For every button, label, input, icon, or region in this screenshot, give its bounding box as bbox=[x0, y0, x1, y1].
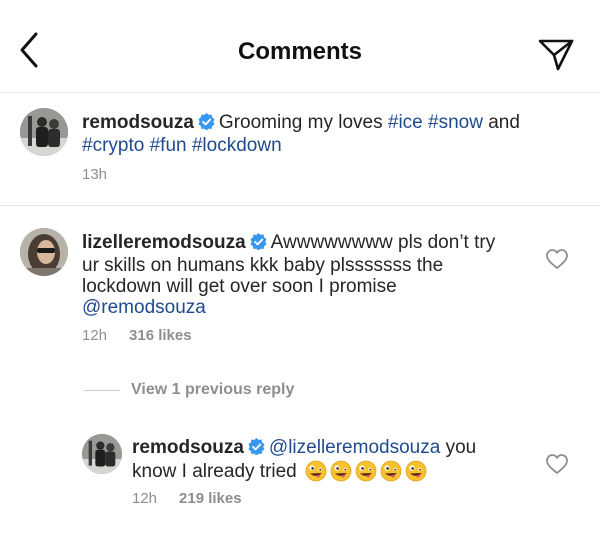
reply-meta: 12h 219 likes bbox=[132, 490, 264, 507]
hashtag-ice[interactable]: #ice bbox=[388, 112, 423, 133]
heart-icon[interactable] bbox=[545, 453, 569, 475]
divider bbox=[0, 205, 600, 206]
divider bbox=[84, 390, 120, 391]
reply-time: 12h bbox=[132, 490, 158, 507]
avatar[interactable] bbox=[20, 108, 68, 156]
reply-line-1: you bbox=[445, 437, 477, 458]
caption-username[interactable]: remodsouza bbox=[82, 112, 194, 133]
comment-line-2: ur skills on humans kkk baby plsssssss t… bbox=[82, 255, 444, 276]
reply-likes[interactable]: 219 likes bbox=[179, 490, 242, 507]
comment-text: lizelleremodsouza Awwwwwwww pls don’t try… bbox=[82, 232, 542, 318]
zany-face-emoji bbox=[305, 460, 327, 482]
reply-username[interactable]: remodsouza bbox=[132, 437, 244, 458]
zany-face-emoji bbox=[330, 460, 352, 482]
page-title: Comments bbox=[237, 38, 363, 65]
verified-icon bbox=[250, 233, 267, 255]
view-previous-replies-button[interactable]: View 1 previous reply bbox=[131, 381, 294, 399]
comment-mention[interactable]: @remodsouza bbox=[82, 297, 206, 318]
caption-connector: and bbox=[488, 112, 520, 133]
heart-icon[interactable] bbox=[545, 248, 569, 270]
reply-text: remodsouza @lizelleremodsouza you know I … bbox=[132, 437, 542, 482]
emoji-row bbox=[302, 460, 427, 482]
caption-text: remodsouza Grooming my loves #ice #snow a… bbox=[82, 112, 582, 156]
verified-icon bbox=[248, 438, 265, 460]
caption-meta: 13h bbox=[82, 166, 129, 183]
comment-likes[interactable]: 316 likes bbox=[129, 327, 192, 344]
send-icon[interactable] bbox=[536, 33, 576, 73]
comment-time: 12h bbox=[82, 327, 108, 344]
caption-time: 13h bbox=[82, 166, 108, 183]
comment-meta: 12h 316 likes bbox=[82, 327, 214, 344]
hashtag-snow[interactable]: #snow bbox=[428, 112, 483, 133]
hashtag-crypto[interactable]: #crypto bbox=[82, 135, 144, 156]
zany-face-emoji bbox=[380, 460, 402, 482]
reply-line-2: know I already tried bbox=[132, 461, 297, 482]
comment-line-3: lockdown will get over soon I promise bbox=[82, 276, 397, 297]
hashtag-fun[interactable]: #fun bbox=[150, 135, 187, 156]
zany-face-emoji bbox=[355, 460, 377, 482]
caption-body: Grooming my loves bbox=[218, 112, 383, 133]
avatar[interactable] bbox=[82, 434, 122, 474]
zany-face-emoji bbox=[405, 460, 427, 482]
verified-icon bbox=[198, 113, 215, 135]
comment-line-1: Awwwwwwww pls don’t try bbox=[270, 232, 496, 253]
comment-username[interactable]: lizelleremodsouza bbox=[82, 232, 246, 253]
avatar[interactable] bbox=[20, 228, 68, 276]
header-bar: Comments bbox=[0, 0, 600, 93]
reply-mention[interactable]: @lizelleremodsouza bbox=[269, 437, 440, 458]
hashtag-lockdown[interactable]: #lockdown bbox=[192, 135, 282, 156]
